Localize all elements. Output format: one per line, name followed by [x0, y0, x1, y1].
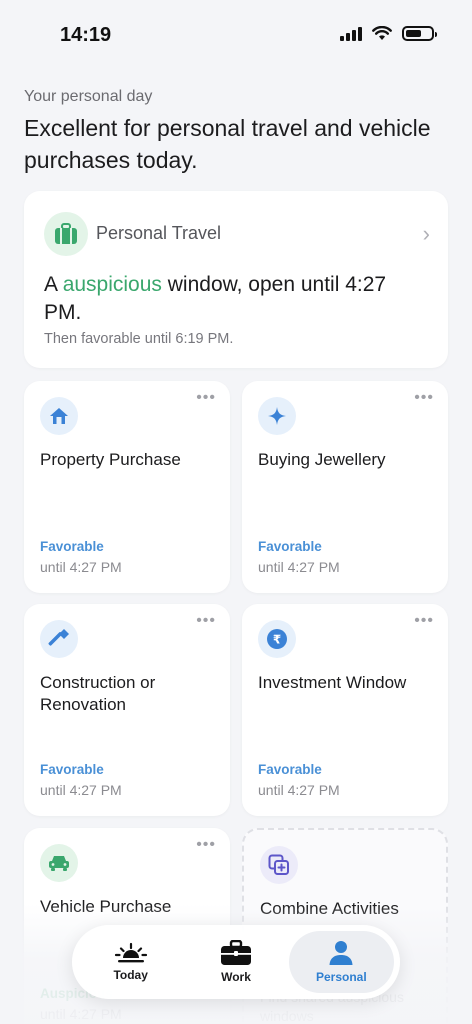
sparkle-icon: [258, 397, 296, 435]
tab-label: Personal: [315, 970, 367, 984]
rupee-icon: ₹: [258, 620, 296, 658]
svg-text:₹: ₹: [273, 633, 281, 647]
person-icon: [329, 941, 353, 965]
wifi-icon: [372, 26, 392, 40]
briefcase-icon: [44, 212, 88, 256]
card-until: until 4:27 PM: [258, 782, 340, 798]
more-options-icon[interactable]: •••: [196, 612, 216, 630]
status-icons: [340, 26, 437, 41]
card-status: Favorable: [258, 762, 322, 777]
featured-activity-card[interactable]: Personal Travel › A auspicious window, o…: [24, 191, 448, 368]
more-options-icon[interactable]: •••: [414, 612, 434, 630]
card-until: until 4:27 PM: [40, 559, 122, 575]
bottom-tab-bar: Today Work Personal: [72, 925, 400, 999]
tab-work[interactable]: Work: [183, 931, 288, 993]
tab-today[interactable]: Today: [78, 931, 183, 993]
tab-label: Work: [221, 970, 251, 984]
header-subtitle: Your personal day: [24, 88, 153, 105]
status-time: 14:19: [60, 24, 112, 46]
activity-card-construction[interactable]: ••• Construction or Renovation Favorable…: [24, 604, 230, 816]
car-icon: [40, 844, 78, 882]
auspicious-highlight: auspicious: [62, 273, 162, 296]
more-options-icon[interactable]: •••: [414, 389, 434, 407]
more-options-icon[interactable]: •••: [196, 389, 216, 407]
combine-icon: [260, 846, 298, 884]
card-status: Favorable: [40, 539, 104, 554]
card-status: Favorable: [258, 539, 322, 554]
sunrise-icon: [114, 942, 147, 963]
cellular-signal-icon: [340, 26, 362, 41]
card-status: Favorable: [40, 762, 104, 777]
card-until: until 4:27 PM: [40, 1006, 122, 1022]
hammer-icon: [40, 620, 78, 658]
card-title: Construction or Renovation: [40, 673, 156, 714]
status-bar: 14:19: [0, 0, 472, 70]
more-options-icon[interactable]: •••: [196, 836, 216, 854]
page-title: Excellent for personal travel and vehicl…: [24, 115, 431, 173]
card-until: until 4:27 PM: [40, 782, 122, 798]
card-title: Buying Jewellery: [258, 450, 386, 469]
card-until: until 4:27 PM: [258, 559, 340, 575]
battery-icon: [402, 26, 437, 41]
tab-label: Today: [113, 968, 148, 982]
chevron-right-icon[interactable]: ›: [423, 221, 430, 247]
tab-personal[interactable]: Personal: [288, 931, 394, 993]
card-title: Vehicle Purchase: [40, 897, 172, 916]
card-title: Property Purchase: [40, 450, 181, 469]
card-title: Combine Activities: [260, 899, 399, 918]
featured-window-text: A auspicious window, open until 4:27 PM.: [44, 273, 387, 324]
activity-card-investment-window[interactable]: ₹ ••• Investment Window Favorable until …: [242, 604, 448, 816]
house-icon: [40, 397, 78, 435]
activity-card-buying-jewellery[interactable]: ••• Buying Jewellery Favorable until 4:2…: [242, 381, 448, 593]
briefcase-icon: [220, 940, 251, 965]
featured-activity-name: Personal Travel: [96, 223, 222, 243]
activity-card-property-purchase[interactable]: ••• Property Purchase Favorable until 4:…: [24, 381, 230, 593]
card-title: Investment Window: [258, 673, 407, 692]
featured-then-text: Then favorable until 6:19 PM.: [44, 331, 234, 347]
